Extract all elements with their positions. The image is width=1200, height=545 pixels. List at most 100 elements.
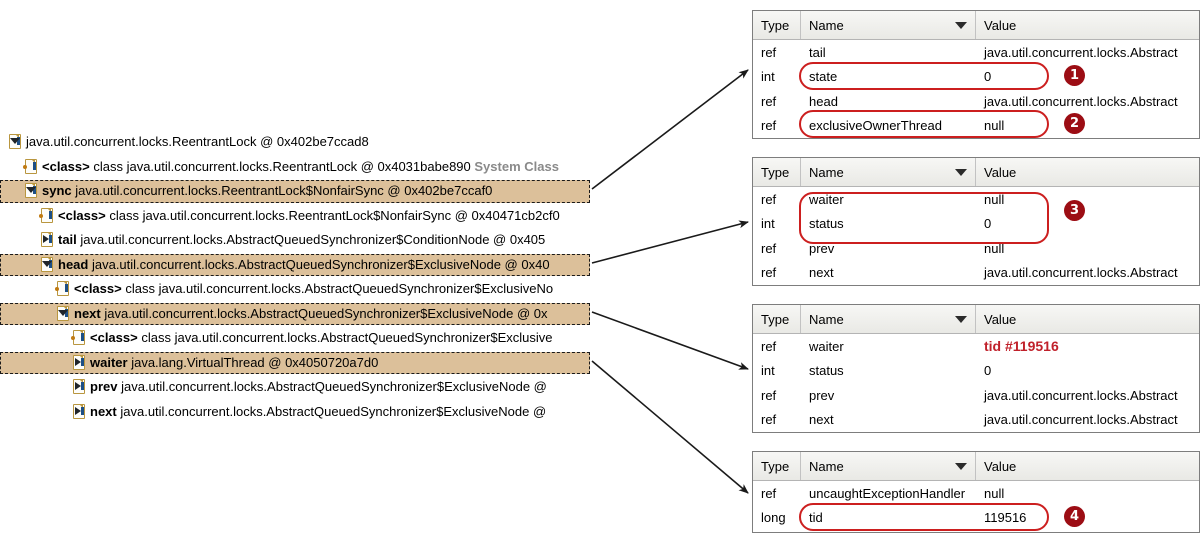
tree-row[interactable]: head java.util.concurrent.locks.Abstract… [0,253,592,278]
sort-descending-icon[interactable] [955,169,967,176]
cell-name-text: status [809,363,844,379]
table-row[interactable]: ref next java.util.concurrent.locks.Abstra… [753,261,1199,286]
tree-row-value: java.util.concurrent.locks.AbstractQueue… [121,379,547,394]
badge-1: 1 [1064,65,1085,86]
cell-value-text: null [984,485,1005,501]
column-header-type[interactable]: Type [753,305,801,333]
cell-type: ref [753,114,801,139]
tree-row[interactable]: <class> class java.util.concurrent.locks… [0,326,592,351]
sort-descending-icon[interactable] [955,22,967,29]
badge-2: 2 [1064,113,1085,134]
object-tree[interactable]: java.util.concurrent.locks.ReentrantLock… [0,130,592,420]
tree-row-label: waiter [90,354,128,370]
fields-table-next-node[interactable]: Type Name Value ref waiter tid #119516 int stat… [752,304,1200,433]
cell-name: status [801,212,976,237]
tree-row[interactable]: next java.util.concurrent.locks.Abstract… [0,400,592,425]
table-row[interactable]: int status 0 [753,212,1199,237]
table-header-row: Type Name Value [753,158,1199,187]
cell-type-text: ref [761,485,777,501]
cell-type: ref [753,261,801,286]
cell-value: 0 [976,212,1199,237]
sort-descending-icon[interactable] [955,316,967,323]
cell-value: null [976,481,1199,506]
tree-row[interactable]: <class> class java.util.concurrent.locks… [0,204,592,229]
cell-name-text: prev [809,387,835,403]
tree-row[interactable]: <class> class java.util.concurrent.locks… [0,277,592,302]
cell-type-text: ref [761,338,777,354]
cell-type: ref [753,89,801,114]
cell-name: head [801,89,976,114]
column-header-value[interactable]: Value [976,11,1199,39]
table-row[interactable]: int status 0 [753,359,1199,384]
tree-row-label: <class> [58,207,106,223]
cell-name: tid [801,506,976,531]
cell-value-text: 0 [984,69,992,85]
tree-row-value: class java.util.concurrent.locks.Reentra… [93,158,471,174]
cell-name-text: tid [809,510,823,526]
tree-row[interactable]: sync java.util.concurrent.locks.Reentran… [0,179,592,204]
object-node-icon [24,183,39,198]
cell-type-text: ref [761,44,777,60]
cell-value: java.util.concurrent.locks.Abstract [976,40,1199,65]
column-header-value[interactable]: Value [976,452,1199,480]
cell-name-text: head [809,93,838,109]
tree-row-label: tail [58,232,77,247]
table-row[interactable]: int state 0 [753,65,1199,90]
cell-value: tid #119516 [976,334,1199,359]
cell-name: next [801,408,976,433]
cell-value: java.util.concurrent.locks.Abstract [976,89,1199,114]
tree-row-value: java.util.concurrent.locks.ReentrantLock… [26,134,369,149]
tree-row[interactable]: next java.util.concurrent.locks.Abstract… [0,302,592,327]
column-header-type[interactable]: Type [753,452,801,480]
column-header-name[interactable]: Name [801,11,976,39]
tree-row[interactable]: waiter java.lang.VirtualThread @ 0x40507… [0,351,592,376]
table-row[interactable]: ref head java.util.concurrent.locks.Abstra… [753,89,1199,114]
tree-row-value: java.util.concurrent.locks.AbstractQueue… [80,232,546,247]
column-header-type[interactable]: Type [753,11,801,39]
column-header-name[interactable]: Name [801,452,976,480]
table-row[interactable]: ref tail java.util.concurrent.locks.Abstra… [753,40,1199,65]
tree-row-label: prev [90,379,118,394]
fields-table-sync[interactable]: Type Name Value ref tail java.util.concurrent… [752,10,1200,139]
table-row[interactable]: ref waiter tid #119516 [753,334,1199,359]
table-row[interactable]: ref prev java.util.concurrent.locks.Abstra… [753,383,1199,408]
cell-value: null [976,114,1199,139]
column-header-label: Type [761,458,790,474]
tree-row-value: java.util.concurrent.locks.ReentrantLock… [75,183,493,198]
cell-name-text: waiter [809,338,844,354]
cell-name-text: prev [809,240,835,256]
column-header-label: Value [984,458,1017,474]
tree-row-value: class java.util.concurrent.locks.Reentra… [109,207,560,223]
tree-row-value: java.lang.VirtualThread @ 0x4050720a7d0 [131,354,379,370]
table-row[interactable]: ref next java.util.concurrent.locks.Abstra… [753,408,1199,433]
ref-node-icon [72,403,87,419]
tree-row[interactable]: tail java.util.concurrent.locks.Abstract… [0,228,592,253]
fields-table-virtual-thread[interactable]: Type Name Value ref uncaughtExceptionHandler… [752,451,1200,533]
fields-table-head-node[interactable]: Type Name Value ref waiter null int status 0 ref p… [752,157,1200,286]
tree-row[interactable]: java.util.concurrent.locks.ReentrantLock… [0,130,592,155]
tree-row-value: java.util.concurrent.locks.AbstractQueue… [120,403,547,419]
ref-node-icon [72,379,87,394]
column-header-type[interactable]: Type [753,158,801,186]
table-row[interactable]: ref exclusiveOwnerThread null [753,114,1199,139]
cell-value-text: null [984,240,1005,256]
table-row[interactable]: ref waiter null [753,187,1199,212]
tree-row-value: class java.util.concurrent.locks.Abstrac… [125,281,554,296]
column-header-name[interactable]: Name [801,158,976,186]
column-header-value[interactable]: Value [976,305,1199,333]
cell-name-text: state [809,69,838,85]
class-node-icon [39,207,55,223]
tree-row[interactable]: prev java.util.concurrent.locks.Abstract… [0,375,592,400]
column-header-label: Value [984,164,1017,180]
cell-name: prev [801,383,976,408]
column-header-value[interactable]: Value [976,158,1199,186]
table-row[interactable]: ref uncaughtExceptionHandler null [753,481,1199,506]
table-row[interactable]: ref prev null [753,236,1199,261]
column-header-name[interactable]: Name [801,305,976,333]
sort-descending-icon[interactable] [955,463,967,470]
cell-value: null [976,236,1199,261]
object-node-icon [40,256,55,272]
tree-row[interactable]: <class> class java.util.concurrent.locks… [0,155,592,180]
cell-name-text: waiter [809,191,844,207]
table-row[interactable]: long tid 119516 [753,506,1199,531]
